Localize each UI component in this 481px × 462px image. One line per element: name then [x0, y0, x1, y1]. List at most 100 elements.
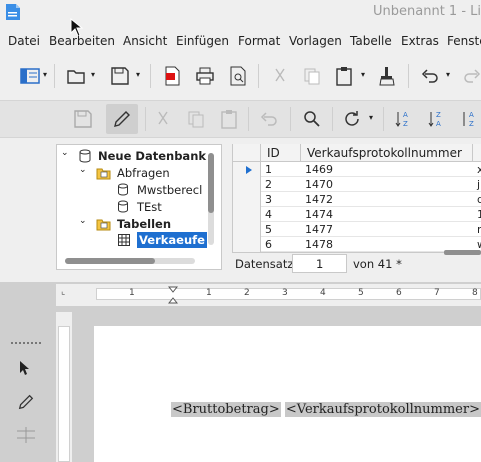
find-record-icon[interactable] — [302, 109, 322, 129]
record-count: von 41 * — [353, 257, 402, 271]
open-folder-icon[interactable] — [66, 66, 86, 86]
query-icon — [118, 200, 128, 213]
svg-text:Z: Z — [403, 120, 408, 128]
chevron-down-icon[interactable]: ▾ — [361, 70, 365, 79]
sort-ascending-icon[interactable]: A Z — [394, 109, 414, 129]
separator — [332, 107, 333, 131]
redo-icon[interactable] — [462, 66, 481, 86]
edit-data-button[interactable] — [106, 104, 138, 134]
paste-icon[interactable] — [334, 66, 354, 86]
queries-folder-icon — [96, 168, 111, 180]
table-row[interactable]: 1 1469 x — [261, 162, 481, 177]
pencil-icon — [114, 111, 130, 127]
chevron-down-icon[interactable]: ▾ — [91, 70, 95, 79]
tree-database-name[interactable]: Neue Datenbank — [98, 149, 206, 163]
vertical-ruler[interactable] — [56, 312, 72, 462]
grid-horizontal-scroll-thumb[interactable] — [444, 250, 481, 255]
cell-id: 2 — [265, 178, 272, 191]
copy-icon[interactable] — [186, 109, 206, 129]
table-row[interactable]: 3 1472 d — [261, 192, 481, 207]
data-source-tree: ⌄ Neue Datenbank ⌄ Abfragen Mwstberecl T… — [56, 144, 222, 270]
horizontal-ruler[interactable]: ⌞ 1 1 2 3 4 5 6 7 8 — [56, 284, 481, 306]
tree-table-item-selected[interactable]: Verkaeufe — [137, 232, 207, 248]
ruler-tick: 1 — [206, 288, 212, 298]
ruler-tick: 6 — [396, 288, 402, 298]
separator — [150, 64, 151, 88]
collapse-arrow-icon[interactable]: ⌄ — [79, 165, 87, 175]
record-label: Datensatz — [235, 257, 294, 271]
print-icon[interactable] — [195, 66, 215, 86]
collapse-arrow-icon[interactable]: ⌄ — [79, 216, 87, 226]
menu-einfuegen[interactable]: Einfügen — [176, 34, 229, 48]
menu-extras[interactable]: Extras — [401, 34, 439, 48]
chevron-down-icon[interactable]: ▾ — [446, 70, 450, 79]
sort-icon[interactable]: A Z — [460, 109, 480, 129]
copy-icon[interactable] — [302, 66, 322, 86]
separator — [54, 64, 55, 88]
print-preview-icon[interactable] — [228, 66, 248, 86]
menu-datei[interactable]: Datei — [8, 34, 40, 48]
field-bruttobetrag[interactable]: <Bruttobetrag> — [171, 402, 281, 417]
menu-vorlagen[interactable]: Vorlagen — [289, 34, 342, 48]
save-icon[interactable] — [110, 66, 130, 86]
separator — [408, 64, 409, 88]
sort-descending-icon[interactable]: Z A — [427, 109, 447, 129]
ruler-tick: 8 — [472, 288, 478, 298]
cut-icon[interactable] — [270, 66, 290, 86]
cut-icon[interactable] — [153, 109, 173, 129]
paste-icon[interactable] — [219, 109, 239, 129]
record-number-field[interactable]: 1 — [292, 254, 347, 273]
current-row-arrow-icon — [246, 166, 252, 174]
undo-record-icon[interactable] — [259, 109, 279, 129]
cell-nr: 1470 — [305, 178, 333, 191]
chevron-down-icon[interactable]: ▾ — [43, 70, 47, 79]
indent-marker-icon[interactable] — [168, 286, 178, 304]
field-verkaufsprotokollnummer[interactable]: <Verkaufsprotokollnummer> — [284, 402, 481, 417]
cell-id: 4 — [265, 208, 272, 221]
grip-handle[interactable] — [11, 342, 41, 344]
vertical-ruler-track — [58, 326, 70, 462]
svg-text:A: A — [403, 111, 408, 119]
menu-bearbeiten[interactable]: Bearbeiten — [49, 34, 115, 48]
refresh-icon[interactable] — [342, 109, 362, 129]
export-pdf-icon[interactable] — [162, 66, 182, 86]
cell-nr: 1472 — [305, 193, 333, 206]
tree-query-item[interactable]: Mwstberecl — [137, 183, 202, 197]
undo-icon[interactable] — [420, 66, 440, 86]
line-tool-icon[interactable] — [16, 426, 36, 444]
menu-fenster[interactable]: Fenste — [447, 34, 481, 48]
select-pointer-icon[interactable] — [17, 360, 33, 376]
chevron-down-icon[interactable]: ▾ — [136, 70, 140, 79]
table-row[interactable]: 5 1477 n — [261, 222, 481, 237]
cell-id: 5 — [265, 223, 272, 236]
column-header-id[interactable]: ID — [261, 144, 301, 162]
chevron-down-icon[interactable]: ▾ — [369, 113, 373, 122]
menu-ansicht[interactable]: Ansicht — [123, 34, 167, 48]
tree-horizontal-scroll-thumb[interactable] — [65, 258, 155, 264]
mail-merge-fields: <Bruttobetrag> <Verkaufsprotokollnummer> — [171, 402, 481, 417]
row-header-corner — [233, 144, 261, 162]
document-page[interactable] — [94, 326, 481, 462]
collapse-arrow-icon[interactable]: ⌄ — [61, 148, 69, 158]
tree-query-item[interactable]: TEst — [137, 200, 162, 214]
table-row[interactable]: 4 1474 1 — [261, 207, 481, 222]
tab-stop-icon[interactable]: ⌞ — [61, 287, 65, 297]
tree-queries-label[interactable]: Abfragen — [117, 166, 170, 180]
svg-text:A: A — [436, 120, 441, 128]
column-header-verkaufsprotokollnummer[interactable]: Verkaufsprotokollnummer — [301, 144, 473, 162]
standard-toolbar: ▾ ▾ ▾ ▾ ▾ — [0, 57, 481, 95]
cell-extra: 1 — [477, 207, 481, 221]
menu-tabelle[interactable]: Tabelle — [350, 34, 392, 48]
cell-id: 1 — [265, 163, 272, 176]
table-row[interactable]: 2 1470 ji — [261, 177, 481, 192]
sidebar-icon[interactable] — [20, 66, 40, 86]
tree-vertical-scroll-thumb[interactable] — [208, 153, 214, 213]
record-number-value: 1 — [316, 257, 324, 271]
clone-formatting-icon[interactable] — [377, 66, 397, 86]
save-record-icon[interactable] — [73, 109, 93, 129]
column-header-next[interactable] — [473, 144, 481, 162]
cell-nr: 1478 — [305, 238, 333, 251]
menu-format[interactable]: Format — [238, 34, 280, 48]
tree-tables-label[interactable]: Tabellen — [117, 217, 171, 231]
draw-button[interactable] — [10, 386, 42, 418]
